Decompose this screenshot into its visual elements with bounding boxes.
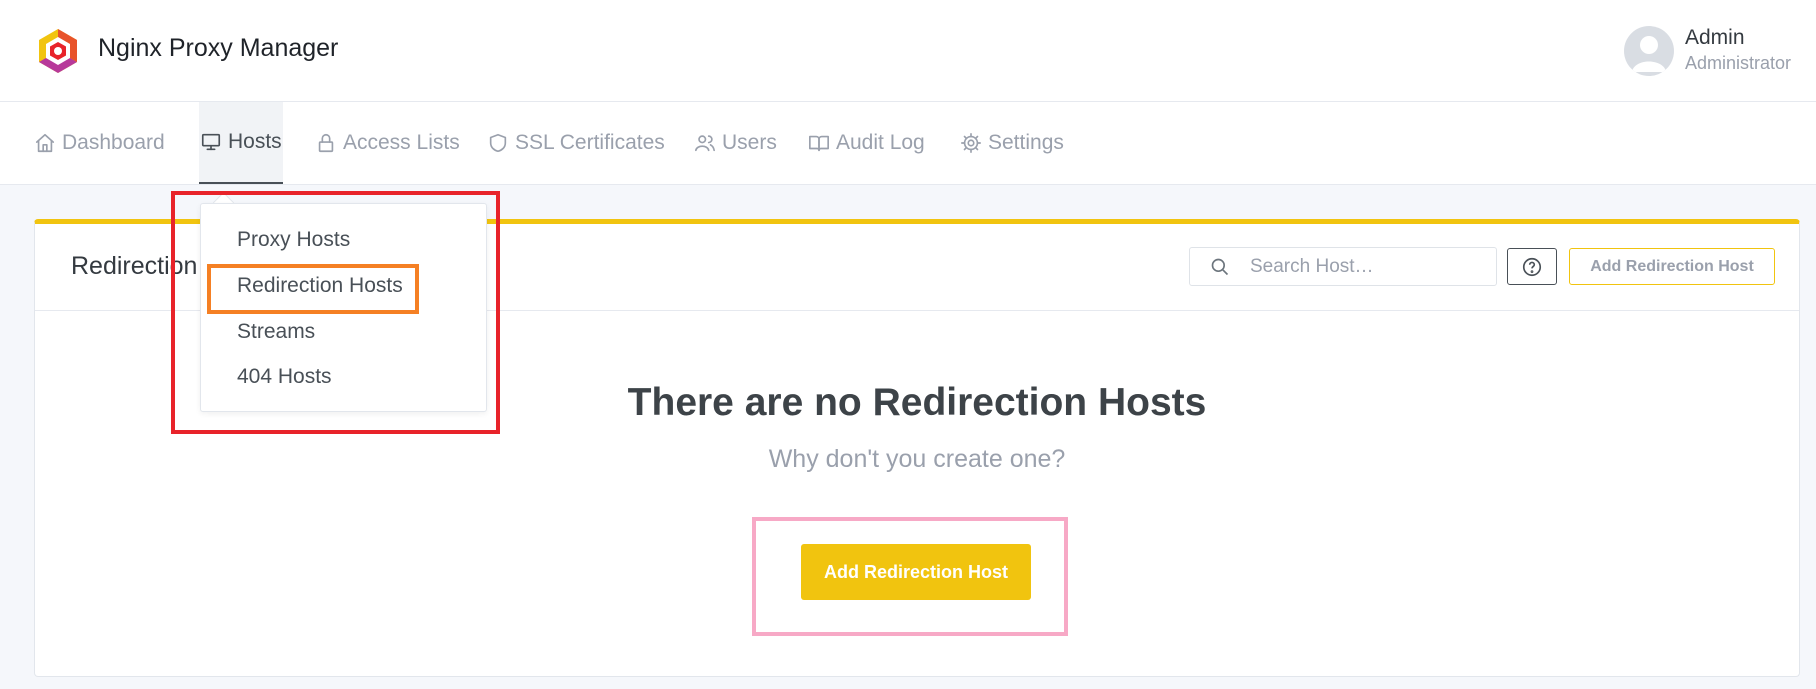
user-role: Administrator bbox=[1685, 53, 1792, 73]
nav-label-hosts: Hosts bbox=[228, 130, 282, 153]
nav-label-audit-log: Audit Log bbox=[836, 131, 925, 154]
user-name[interactable]: Admin bbox=[1685, 26, 1745, 50]
users-icon bbox=[695, 135, 715, 152]
empty-state-subtitle: Why don't you create one? bbox=[768, 445, 1066, 473]
nav-item-hosts[interactable]: Hosts bbox=[199, 102, 283, 184]
nav-item-dashboard[interactable]: Dashboard bbox=[34, 102, 165, 184]
nav-item-audit-log[interactable]: Audit Log bbox=[808, 102, 925, 184]
monitor-icon bbox=[201, 133, 221, 151]
gear-icon bbox=[961, 133, 981, 153]
user-avatar[interactable] bbox=[1624, 26, 1674, 76]
help-button[interactable] bbox=[1507, 248, 1557, 285]
add-redirection-host-header-button[interactable]: Add Redirection Host bbox=[1569, 248, 1775, 285]
nav-label-access-lists: Access Lists bbox=[343, 131, 460, 154]
book-icon bbox=[809, 135, 829, 152]
annotation-pink-box bbox=[752, 517, 1068, 636]
nav-item-access-lists[interactable]: Access Lists bbox=[315, 102, 460, 184]
nav-label-dashboard: Dashboard bbox=[62, 131, 165, 154]
annotation-orange-box bbox=[207, 264, 419, 314]
nav-label-settings: Settings bbox=[988, 131, 1064, 154]
search-box[interactable] bbox=[1189, 247, 1497, 286]
nav-label-ssl-certificates: SSL Certificates bbox=[515, 131, 665, 154]
nav-item-ssl-certificates[interactable]: SSL Certificates bbox=[487, 102, 665, 184]
shield-icon bbox=[489, 133, 507, 153]
nav-label-users: Users bbox=[722, 131, 777, 154]
search-input[interactable] bbox=[1248, 254, 1492, 280]
top-header: Nginx Proxy Manager Admin Administrator bbox=[0, 0, 1816, 102]
nav-item-settings[interactable]: Settings bbox=[960, 102, 1064, 184]
user-avatar-icon bbox=[1632, 36, 1666, 72]
lock-icon bbox=[318, 133, 334, 153]
help-circle-icon bbox=[1522, 257, 1542, 276]
nav-item-users[interactable]: Users bbox=[694, 102, 777, 184]
main-nav: Dashboard Hosts Access Lists SSL Certifi… bbox=[0, 102, 1816, 185]
home-icon bbox=[35, 133, 55, 153]
app-logo-icon[interactable] bbox=[34, 27, 82, 75]
search-icon bbox=[1211, 258, 1229, 276]
app-title[interactable]: Nginx Proxy Manager bbox=[98, 34, 338, 63]
